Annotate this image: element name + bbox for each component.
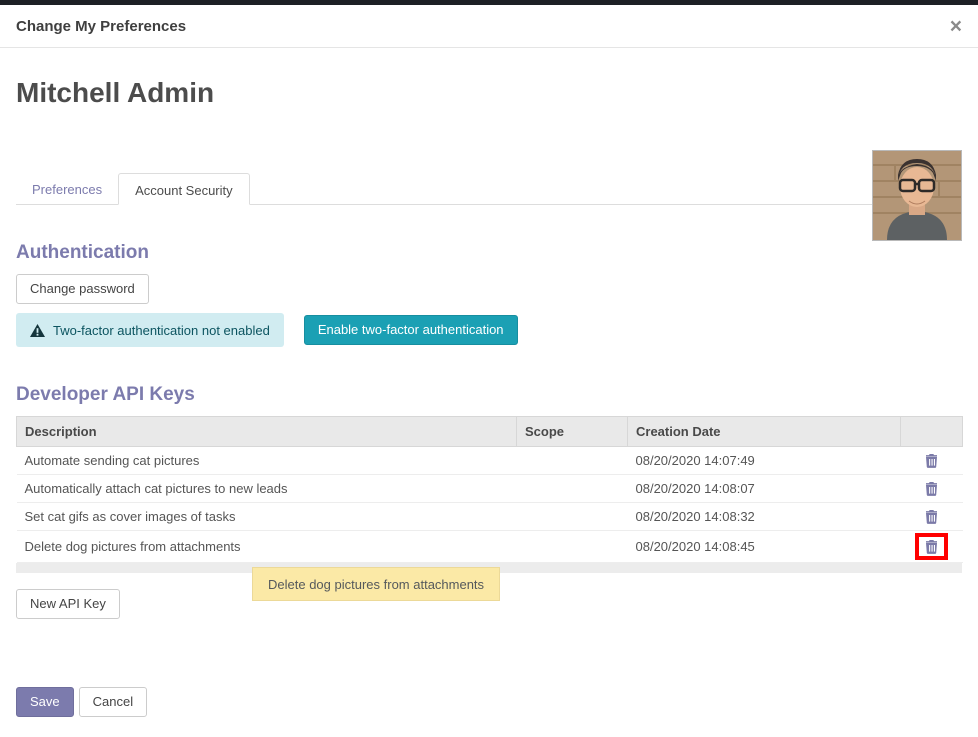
cell-description: Delete dog pictures from attachments [17,531,517,563]
api-keys-table: Description Scope Creation Date Automate… [16,416,963,563]
cell-creation-date: 08/20/2020 14:08:32 [628,503,901,531]
cancel-button[interactable]: Cancel [79,687,147,717]
cell-scope [517,503,628,531]
change-password-button[interactable]: Change password [16,274,149,304]
two-factor-alert-text: Two-factor authentication not enabled [53,323,270,338]
column-header-actions [901,417,963,447]
authentication-heading: Authentication [16,242,962,265]
delete-key-icon[interactable] [917,477,946,500]
two-factor-alert: Two-factor authentication not enabled [16,313,284,347]
cell-scope [517,475,628,503]
save-button[interactable]: Save [16,687,74,717]
api-keys-heading: Developer API Keys [16,384,962,407]
cell-description: Set cat gifs as cover images of tasks [17,503,517,531]
two-factor-row: Two-factor authentication not enabled En… [16,313,962,347]
delete-key-icon[interactable] [917,449,946,472]
tooltip: Delete dog pictures from attachments [252,567,500,601]
modal-header: Change My Preferences × [0,5,978,48]
modal-title: Change My Preferences [16,18,186,35]
delete-key-icon-highlighted[interactable] [915,533,948,560]
cell-creation-date: 08/20/2020 14:08:07 [628,475,901,503]
enable-two-factor-button[interactable]: Enable two-factor authentication [304,315,518,345]
tab-preferences[interactable]: Preferences [16,173,118,205]
cell-description: Automatically attach cat pictures to new… [17,475,517,503]
modal-body: Mitchell Admin Preferences Account Secur [0,77,978,717]
cell-creation-date: 08/20/2020 14:07:49 [628,447,901,475]
tab-account-security[interactable]: Account Security [118,173,250,205]
table-row[interactable]: Set cat gifs as cover images of tasks 08… [17,503,963,531]
table-header-row: Description Scope Creation Date [17,417,963,447]
table-row[interactable]: Automate sending cat pictures 08/20/2020… [17,447,963,475]
cell-scope [517,447,628,475]
delete-key-icon[interactable] [917,505,946,528]
cell-scope [517,531,628,563]
cell-description: Automate sending cat pictures [17,447,517,475]
column-header-description[interactable]: Description [17,417,517,447]
avatar [872,150,962,241]
new-api-key-button[interactable]: New API Key [16,589,120,619]
close-icon[interactable]: × [950,16,962,37]
column-header-scope[interactable]: Scope [517,417,628,447]
modal-footer: Save Cancel [16,687,962,717]
table-row[interactable]: Automatically attach cat pictures to new… [17,475,963,503]
warning-icon [30,324,45,337]
cell-creation-date: 08/20/2020 14:08:45 [628,531,901,563]
user-name-heading: Mitchell Admin [16,77,962,110]
column-header-creation-date[interactable]: Creation Date [628,417,901,447]
table-row[interactable]: Delete dog pictures from attachments 08/… [17,531,963,563]
tab-bar: Preferences Account Security [16,172,962,205]
